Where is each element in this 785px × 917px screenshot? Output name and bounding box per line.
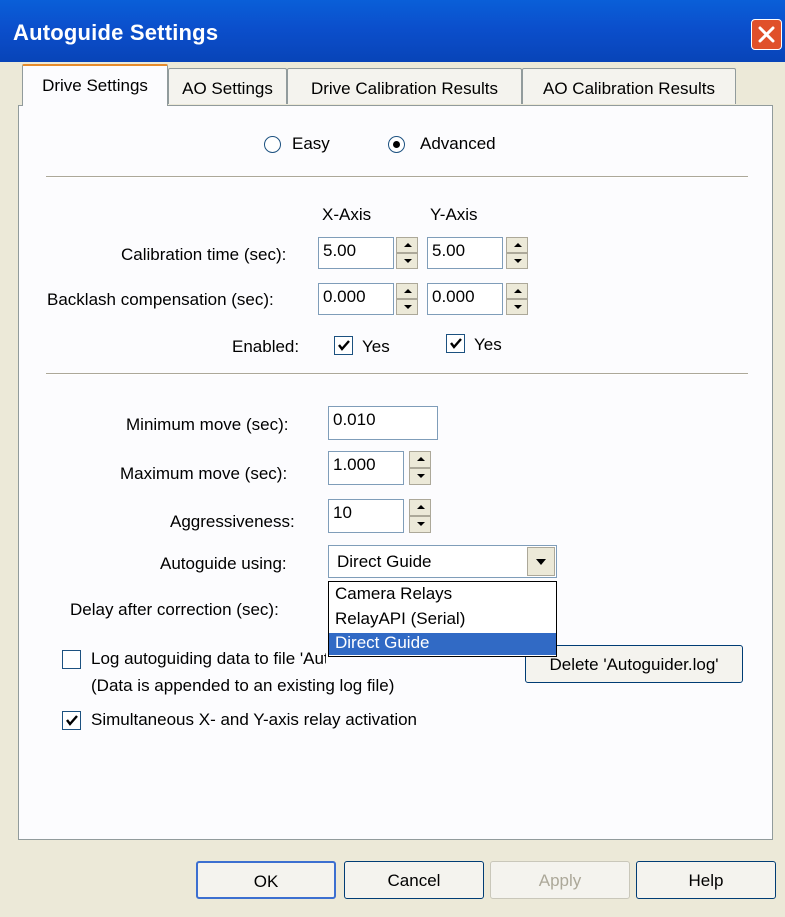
cancel-button[interactable]: Cancel [344,861,484,899]
aggressiveness-input[interactable]: 10 [328,499,404,533]
spin-up[interactable] [409,451,431,468]
dropdown-option-relayapi-serial[interactable]: RelayAPI (Serial) [329,609,556,631]
advanced-radio-label[interactable]: Advanced [420,134,496,154]
spin-up[interactable] [409,499,431,516]
separator [46,373,748,375]
tab-drive-settings[interactable]: Drive Settings [22,64,168,106]
autoguide-settings-window: Autoguide Settings Drive Settings AO Set… [0,0,785,917]
delete-log-button-label: Delete 'Autoguider.log' [549,655,719,674]
min-move-value: 0.010 [333,410,376,429]
help-button-label: Help [688,871,724,890]
spin-up[interactable] [506,283,528,299]
y-axis-header: Y-Axis [430,205,478,224]
spin-up[interactable] [396,283,418,299]
log-note: (Data is appended to an existing log fil… [91,676,395,695]
spin-down[interactable] [396,299,418,315]
delete-log-button[interactable]: Delete 'Autoguider.log' [525,645,743,683]
enabled-label: Enabled: [232,337,300,356]
calibration-time-y-spinner[interactable] [506,237,528,269]
autoguide-using-label: Autoguide using: [160,554,287,573]
aggressiveness-value: 10 [333,503,352,522]
checkmark-icon [66,715,78,726]
enabled-x-checkbox[interactable] [334,336,353,355]
dropdown-option-direct-guide[interactable]: Direct Guide [329,633,556,655]
tab-drive-settings-label: Drive Settings [42,76,148,95]
autoguide-using-value: Direct Guide [337,552,432,571]
advanced-radio[interactable] [388,136,405,153]
checkmark-icon [450,338,462,349]
backlash-x-spinner[interactable] [396,283,418,315]
checkmark-icon [338,340,350,351]
close-button[interactable] [751,19,782,50]
max-move-value: 1.000 [333,455,376,474]
spin-down[interactable] [506,299,528,315]
tab-ao-calibration-results-label: AO Calibration Results [543,79,715,98]
simultaneous-checkbox[interactable] [62,711,81,730]
dropdown-option-camera-relays[interactable]: Camera Relays [329,584,556,606]
spin-down[interactable] [409,516,431,533]
calibration-time-y-input[interactable]: 5.00 [427,237,503,269]
tab-drive-calibration-results-label: Drive Calibration Results [310,79,499,98]
x-axis-header: X-Axis [322,205,372,224]
backlash-y-spinner[interactable] [506,283,528,315]
separator [46,176,748,178]
easy-radio-label[interactable]: Easy [292,134,330,154]
log-checkbox[interactable] [62,650,81,669]
spin-down[interactable] [396,253,418,269]
aggressiveness-label: Aggressiveness: [170,512,295,531]
enabled-x-label[interactable]: Yes [362,337,390,357]
simultaneous-label[interactable]: Simultaneous X- and Y-axis relay activat… [91,710,417,730]
ok-button[interactable]: OK [196,861,336,899]
aggressiveness-spinner[interactable] [409,499,431,533]
autoguide-using-dropdown: Camera Relays RelayAPI (Serial) Direct G… [328,581,557,657]
help-button[interactable]: Help [636,861,776,899]
window-title: Autoguide Settings [13,20,219,45]
calibration-time-label: Calibration time (sec): [121,245,287,264]
spin-up[interactable] [396,237,418,253]
spin-down[interactable] [506,253,528,269]
enabled-y-label[interactable]: Yes [474,335,502,355]
calibration-time-x-input[interactable]: 5.00 [318,237,394,269]
backlash-y-input[interactable]: 0.000 [427,283,503,315]
log-checkbox-label[interactable]: Log autoguiding data to file 'Autoguider… [91,649,326,669]
close-icon [758,26,775,43]
spin-up[interactable] [506,237,528,253]
tab-drive-calibration-results[interactable]: Drive Calibration Results [287,68,522,104]
delay-after-correction-label: Delay after correction (sec): [70,600,279,619]
backlash-x-value: 0.000 [323,287,366,306]
min-move-label: Minimum move (sec): [126,415,289,434]
chevron-down-icon[interactable] [527,547,555,576]
enabled-y-checkbox[interactable] [446,334,465,353]
spin-down[interactable] [409,468,431,485]
radio-selected-dot [393,141,400,148]
backlash-label: Backlash compensation (sec): [47,290,274,309]
tab-ao-settings-label: AO Settings [182,79,273,98]
max-move-input[interactable]: 1.000 [328,451,404,485]
title-bar[interactable]: Autoguide Settings [0,0,785,62]
calibration-time-x-spinner[interactable] [396,237,418,269]
max-move-label: Maximum move (sec): [120,464,288,483]
ok-button-label: OK [253,872,279,891]
tab-ao-settings[interactable]: AO Settings [168,68,287,104]
calibration-time-y-value: 5.00 [432,241,466,260]
easy-radio[interactable] [264,136,281,153]
backlash-y-value: 0.000 [432,287,475,306]
tab-ao-calibration-results[interactable]: AO Calibration Results [522,68,736,104]
apply-button[interactable]: Apply [490,861,630,899]
max-move-spinner[interactable] [409,451,431,485]
calibration-time-x-value: 5.00 [323,241,357,260]
apply-button-label: Apply [538,871,582,890]
backlash-x-input[interactable]: 0.000 [318,283,394,315]
min-move-input[interactable]: 0.010 [328,406,438,440]
cancel-button-label: Cancel [387,871,441,890]
autoguide-using-select[interactable]: Direct Guide [328,545,557,578]
